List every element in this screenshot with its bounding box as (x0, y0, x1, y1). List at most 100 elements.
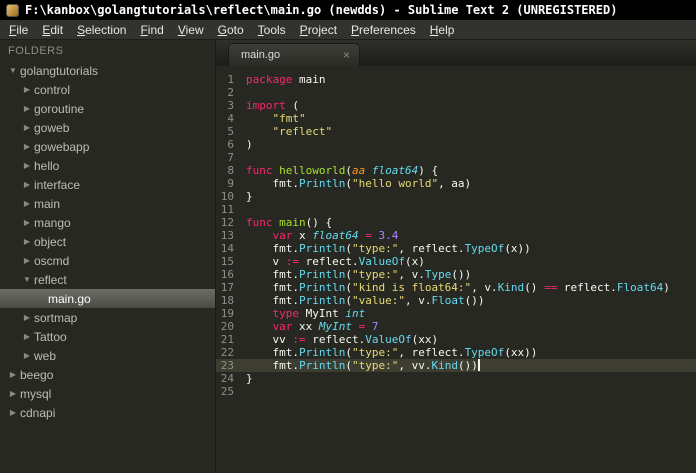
code-line[interactable]: 15 v := reflect.ValueOf(x) (216, 255, 696, 268)
tree-item-mysql[interactable]: ▶ mysql (0, 384, 215, 403)
tree-item-control[interactable]: ▶ control (0, 80, 215, 99)
tree-item-label: main (34, 196, 61, 211)
menu-tools[interactable]: Tools (251, 21, 293, 39)
app-icon[interactable] (6, 3, 19, 17)
tree-item-main-go[interactable]: main.go (0, 289, 215, 308)
tree-item-goweb[interactable]: ▶ goweb (0, 118, 215, 137)
close-icon[interactable]: × (343, 48, 350, 62)
code-line[interactable]: 6) (216, 138, 696, 151)
chevron-right-icon[interactable]: ▶ (20, 313, 34, 322)
line-number: 17 (220, 281, 234, 294)
chevron-right-icon[interactable]: ▶ (20, 161, 34, 170)
code-line[interactable]: 12 func main() { (216, 216, 696, 229)
chevron-right-icon[interactable]: ▶ (20, 142, 34, 151)
chevron-right-icon[interactable]: ▶ (20, 180, 34, 189)
tree-item-label: web (34, 348, 57, 363)
chevron-right-icon[interactable]: ▶ (20, 218, 34, 227)
chevron-right-icon[interactable]: ▶ (6, 408, 20, 417)
chevron-down-icon[interactable]: ▼ (6, 66, 20, 75)
code-line[interactable]: 16 fmt.Println("type:", v.Type()) (216, 268, 696, 281)
chevron-right-icon[interactable]: ▶ (20, 199, 34, 208)
chevron-right-icon[interactable]: ▶ (20, 85, 34, 94)
tree-item-label: control (34, 82, 71, 97)
line-number: 16 (220, 268, 234, 281)
tree-item-beego[interactable]: ▶ beego (0, 365, 215, 384)
code-line[interactable]: 25 (216, 385, 696, 398)
tree-item-gowebapp[interactable]: ▶ gowebapp (0, 137, 215, 156)
menu-project[interactable]: Project (293, 21, 344, 39)
code-line[interactable]: 4 "fmt" (216, 112, 696, 125)
chevron-right-icon[interactable]: ▶ (20, 104, 34, 113)
tree-item-Tattoo[interactable]: ▶ Tattoo (0, 327, 215, 346)
code-line[interactable]: 22 fmt.Println("type:", reflect.TypeOf(x… (216, 346, 696, 359)
code-line[interactable]: 5 "reflect" (216, 125, 696, 138)
menu-help[interactable]: Help (423, 21, 462, 39)
menu-edit[interactable]: Edit (35, 21, 70, 39)
code-line[interactable]: 17 fmt.Println("kind is float64:", v.Kin… (216, 281, 696, 294)
code-line[interactable]: 23 fmt.Println("type:", vv.Kind()) (216, 359, 696, 372)
code-line[interactable]: 9 fmt.Println("hello world", aa) (216, 177, 696, 190)
line-number: 14 (220, 242, 234, 255)
code-text: import ( (246, 99, 299, 112)
code-line[interactable]: 11 (216, 203, 696, 216)
chevron-right-icon[interactable]: ▶ (6, 389, 20, 398)
tree-item-label: mysql (20, 386, 52, 401)
code-line[interactable]: 13 var x float64 = 3.4 (216, 229, 696, 242)
code-line[interactable]: 14 fmt.Println("type:", reflect.TypeOf(x… (216, 242, 696, 255)
chevron-right-icon[interactable]: ▶ (20, 256, 34, 265)
tree-item-object[interactable]: ▶ object (0, 232, 215, 251)
code-line[interactable]: 10} (216, 190, 696, 203)
line-number: 5 (227, 125, 234, 138)
menu-goto[interactable]: Goto (211, 21, 251, 39)
chevron-right-icon[interactable]: ▶ (20, 351, 34, 360)
line-number: 23 (220, 359, 234, 372)
tree-item-label: golangtutorials (20, 63, 99, 78)
code-line[interactable]: 19 type MyInt int (216, 307, 696, 320)
line-number: 11 (220, 203, 234, 216)
code-line[interactable]: 8 func helloworld(aa float64) { (216, 164, 696, 177)
menu-preferences[interactable]: Preferences (344, 21, 423, 39)
menu-selection[interactable]: Selection (70, 21, 133, 39)
chevron-right-icon[interactable]: ▶ (20, 332, 34, 341)
tree-item-cdnapi[interactable]: ▶ cdnapi (0, 403, 215, 422)
tree-item-goroutine[interactable]: ▶ goroutine (0, 99, 215, 118)
tree-item-label: gowebapp (34, 139, 90, 154)
code-text: fmt.Println("type:", reflect.TypeOf(x)) (246, 242, 531, 255)
menu-find[interactable]: Find (133, 21, 170, 39)
code-text: } (246, 190, 253, 203)
tree-item-label: hello (34, 158, 60, 173)
code-line[interactable]: 1 package main (216, 73, 696, 86)
chevron-right-icon[interactable]: ▶ (6, 370, 20, 379)
menu-view[interactable]: View (171, 21, 211, 39)
editor-pane: main.go × 1 package main 2 3 import (4 "fmt"… (215, 40, 696, 473)
chevron-down-icon[interactable]: ▼ (20, 275, 34, 284)
tree-item-mango[interactable]: ▶ mango (0, 213, 215, 232)
code-text: type MyInt int (272, 307, 366, 320)
code-area[interactable]: 1 package main 2 3 import (4 "fmt" 5 "reflect… (216, 66, 696, 473)
code-line[interactable]: 24} (216, 372, 696, 385)
tree-item-main[interactable]: ▶ main (0, 194, 215, 213)
tree-item-interface[interactable]: ▶ interface (0, 175, 215, 194)
code-line[interactable]: 21 vv := reflect.ValueOf(xx) (216, 333, 696, 346)
tree-item-web[interactable]: ▶ web (0, 346, 215, 365)
code-line[interactable]: 20 var xx MyInt = 7 (216, 320, 696, 333)
tree-item-golangtutorials[interactable]: ▼ golangtutorials (0, 61, 215, 80)
line-number: 19 (220, 307, 234, 320)
tree-item-sortmap[interactable]: ▶ sortmap (0, 308, 215, 327)
chevron-right-icon[interactable]: ▶ (20, 123, 34, 132)
code-line[interactable]: 18 fmt.Println("value:", v.Float()) (216, 294, 696, 307)
tab-main-go[interactable]: main.go × (228, 43, 360, 66)
tree-item-reflect[interactable]: ▼ reflect (0, 270, 215, 289)
code-line[interactable]: 7 (216, 151, 696, 164)
tree-item-label: Tattoo (34, 329, 67, 344)
code-text: fmt.Println("kind is float64:", v.Kind()… (246, 281, 670, 294)
tree-item-hello[interactable]: ▶ hello (0, 156, 215, 175)
tree-item-oscmd[interactable]: ▶ oscmd (0, 251, 215, 270)
code-line[interactable]: 3 import ( (216, 99, 696, 112)
menu-file[interactable]: File (2, 21, 35, 39)
menubar: File Edit Selection Find View Goto Tools Projec… (0, 20, 696, 40)
line-number: 12 (220, 216, 234, 229)
chevron-right-icon[interactable]: ▶ (20, 237, 34, 246)
line-number: 24 (220, 372, 234, 385)
code-line[interactable]: 2 (216, 86, 696, 99)
